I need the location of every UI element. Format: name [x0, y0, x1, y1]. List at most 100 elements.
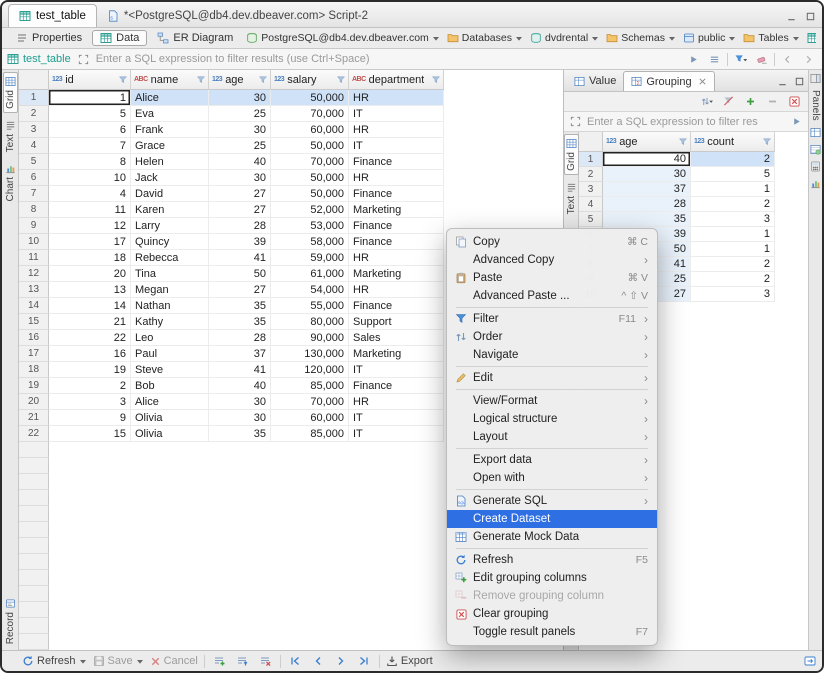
cell-department[interactable]: IT [349, 410, 444, 426]
cell-count[interactable]: 1 [691, 242, 775, 257]
cell-name[interactable]: Nathan [131, 298, 209, 314]
cell-age[interactable]: 50 [209, 266, 271, 282]
cell-count[interactable]: 3 [691, 287, 775, 302]
cell-id[interactable]: 6 [49, 122, 131, 138]
refresh-button[interactable]: Refresh [22, 655, 87, 667]
menu-item[interactable]: Edit› [447, 369, 657, 387]
cell-count[interactable]: 2 [691, 152, 775, 167]
column-header-count[interactable]: 123count [691, 132, 775, 152]
cell-department[interactable]: HR [349, 282, 444, 298]
previous-row-icon[interactable] [310, 653, 327, 669]
cell-id[interactable]: 1 [49, 90, 131, 106]
cell-department[interactable]: Finance [349, 186, 444, 202]
duplicate-row-icon[interactable] [234, 653, 251, 669]
chart-panel-icon[interactable] [810, 178, 821, 189]
first-row-icon[interactable] [287, 653, 304, 669]
cell-salary[interactable]: 61,000 [271, 266, 349, 282]
cell-department[interactable]: IT [349, 426, 444, 442]
panel-layout-icon[interactable] [810, 73, 821, 84]
metadata-panel-icon[interactable] [810, 144, 821, 155]
history-back-icon[interactable] [779, 51, 796, 67]
cell-name[interactable]: Alice [131, 90, 209, 106]
breadcrumb-item[interactable]: Tables [740, 32, 802, 44]
cell-id[interactable]: 11 [49, 202, 131, 218]
cell-salary[interactable]: 85,000 [271, 378, 349, 394]
row-number[interactable]: 21 [19, 410, 49, 426]
cell-age[interactable]: 25 [209, 106, 271, 122]
cell-name[interactable]: Karen [131, 202, 209, 218]
cell-name[interactable]: Quincy [131, 234, 209, 250]
history-forward-icon[interactable] [800, 51, 817, 67]
cell-age[interactable]: 40 [209, 378, 271, 394]
chevron-down-icon[interactable] [591, 35, 599, 42]
cell-name[interactable]: Kathy [131, 314, 209, 330]
column-header-department[interactable]: ABCdepartment [349, 70, 444, 90]
cell-id[interactable]: 14 [49, 298, 131, 314]
cell-department[interactable]: Finance [349, 154, 444, 170]
expand-filter-icon[interactable] [567, 114, 584, 130]
clear-filter-icon[interactable] [753, 51, 770, 67]
apply-filter-icon[interactable] [788, 114, 805, 130]
chevron-down-icon[interactable] [792, 35, 800, 42]
editor-tab[interactable]: s*<PostgreSQL@db4.dev.dbeaver.com> Scrip… [97, 4, 378, 27]
cell-id[interactable]: 5 [49, 106, 131, 122]
row-number[interactable]: 16 [19, 330, 49, 346]
cell-name[interactable]: Jack [131, 170, 209, 186]
row-number[interactable]: 1 [579, 152, 603, 167]
result-filter-input[interactable] [96, 51, 681, 68]
row-number[interactable]: 3 [579, 182, 603, 197]
cell-salary[interactable]: 70,000 [271, 106, 349, 122]
column-header-age[interactable]: 123age [603, 132, 691, 152]
cell-salary[interactable]: 70,000 [271, 154, 349, 170]
cell-age[interactable]: 41 [209, 362, 271, 378]
cell-salary[interactable]: 53,000 [271, 218, 349, 234]
last-row-icon[interactable] [356, 653, 373, 669]
cell-salary[interactable]: 80,000 [271, 314, 349, 330]
cell-id[interactable]: 4 [49, 186, 131, 202]
grouping-filter-input[interactable] [587, 113, 785, 130]
cell-age[interactable]: 27 [209, 282, 271, 298]
cell-department[interactable]: Finance [349, 378, 444, 394]
row-number[interactable]: 13 [19, 282, 49, 298]
cell-count[interactable]: 2 [691, 272, 775, 287]
clear-grouping-icon[interactable] [786, 94, 803, 110]
cell-id[interactable]: 20 [49, 266, 131, 282]
cell-name[interactable]: Helen [131, 154, 209, 170]
cell-id[interactable]: 12 [49, 218, 131, 234]
column-filter-icon[interactable] [119, 76, 127, 84]
next-row-icon[interactable] [333, 653, 350, 669]
add-row-icon[interactable] [211, 653, 228, 669]
cell-department[interactable]: HR [349, 122, 444, 138]
breadcrumb-item[interactable]: Schemas [603, 32, 679, 44]
cell-age[interactable]: 39 [209, 234, 271, 250]
row-number[interactable]: 5 [19, 154, 49, 170]
menu-item[interactable]: Open with› [447, 469, 657, 487]
cell-salary[interactable]: 120,000 [271, 362, 349, 378]
menu-item[interactable]: Generate Mock Data [447, 528, 657, 546]
row-number[interactable]: 8 [19, 202, 49, 218]
cell-name[interactable]: Grace [131, 138, 209, 154]
cell-id[interactable]: 13 [49, 282, 131, 298]
column-filter-icon[interactable] [259, 76, 267, 84]
cell-count[interactable]: 2 [691, 197, 775, 212]
row-number[interactable]: 1 [19, 90, 49, 106]
cell-department[interactable]: IT [349, 362, 444, 378]
cell-id[interactable]: 3 [49, 394, 131, 410]
cell-age[interactable]: 30 [603, 167, 691, 182]
cell-department[interactable]: IT [349, 106, 444, 122]
cell-salary[interactable]: 50,000 [271, 138, 349, 154]
cell-name[interactable]: Alice [131, 394, 209, 410]
remove-grouping-column-icon[interactable] [764, 94, 781, 110]
row-number[interactable]: 20 [19, 394, 49, 410]
tab-text[interactable]: Text [3, 116, 18, 156]
breadcrumb-item[interactable]: test_table [804, 32, 816, 44]
cell-age[interactable]: 40 [209, 154, 271, 170]
expand-filter-icon[interactable] [75, 51, 92, 67]
row-number[interactable]: 9 [19, 218, 49, 234]
cell-department[interactable]: HR [349, 90, 444, 106]
breadcrumb-item[interactable]: PostgreSQL@db4.dev.dbeaver.com [243, 32, 442, 44]
cell-count[interactable]: 2 [691, 257, 775, 272]
cell-name[interactable]: Paul [131, 346, 209, 362]
grid-corner[interactable] [19, 70, 49, 90]
cell-salary[interactable]: 90,000 [271, 330, 349, 346]
